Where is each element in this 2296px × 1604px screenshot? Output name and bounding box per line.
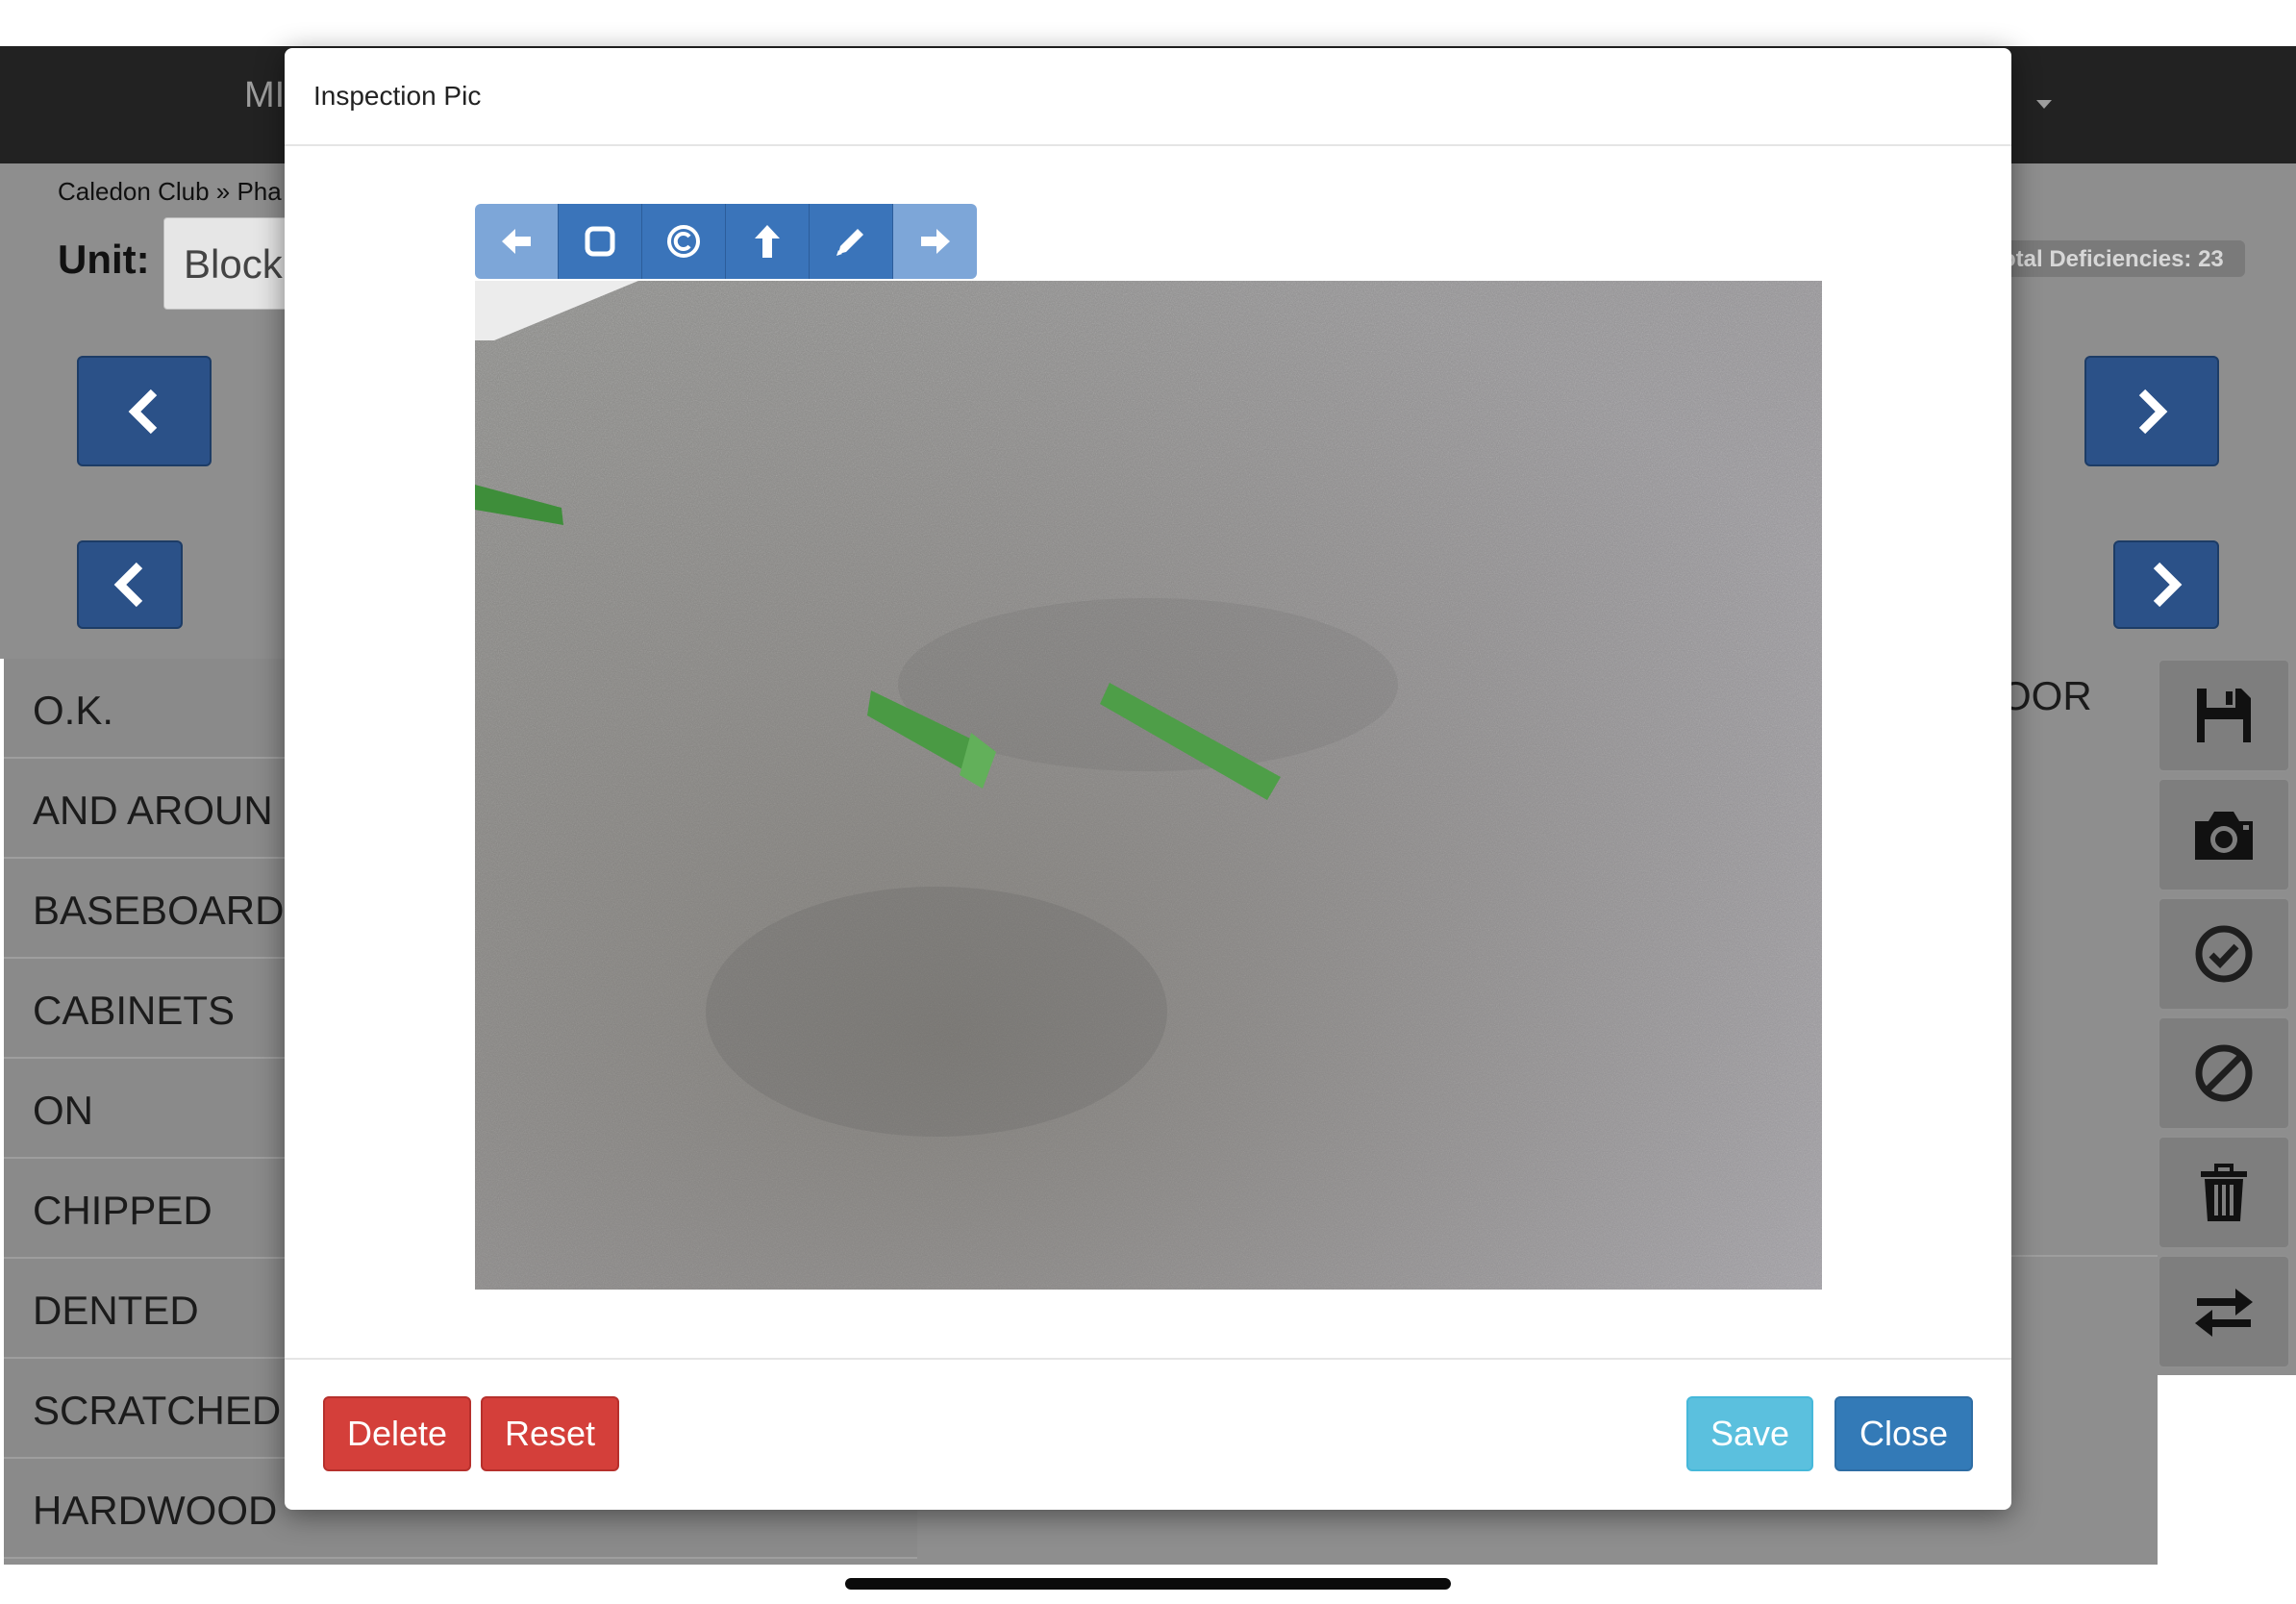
- swap-tool-button[interactable]: [2158, 1255, 2290, 1368]
- delete-tool-button[interactable]: [2158, 1136, 2290, 1249]
- next-area-button[interactable]: [2084, 356, 2219, 466]
- close-button[interactable]: Close: [1834, 1396, 1973, 1471]
- pencil-tool-button[interactable]: [810, 204, 893, 279]
- chevron-right-icon: [2153, 562, 2183, 608]
- home-indicator[interactable]: [845, 1578, 1451, 1590]
- breadcrumb[interactable]: Caledon Club » Pha: [58, 177, 282, 207]
- arrow-tool-button[interactable]: [726, 204, 810, 279]
- carpet-photo-image: [475, 281, 1822, 1290]
- inspection-pic-modal: Inspection Pic Delete Reset Save Close: [285, 48, 2011, 1510]
- caret-down-icon: [2036, 100, 2052, 109]
- modal-title: Inspection Pic: [313, 81, 482, 111]
- ban-icon: [2195, 1044, 2253, 1102]
- inspection-photo[interactable]: [475, 281, 1822, 1290]
- square-icon: [585, 226, 615, 257]
- chevron-left-icon: [128, 388, 158, 434]
- exchange-icon: [2195, 1289, 2253, 1337]
- trash-icon: [2201, 1164, 2247, 1221]
- chevron-right-icon: [2138, 388, 2168, 434]
- pencil-icon: [836, 229, 863, 256]
- annotation-toolbar: [475, 204, 977, 279]
- arrow-up-icon: [755, 225, 780, 258]
- reset-button[interactable]: Reset: [481, 1396, 619, 1471]
- prev-item-button[interactable]: [77, 540, 183, 629]
- camera-tool-button[interactable]: [2158, 778, 2290, 891]
- brand-link[interactable]: MI: [244, 75, 285, 116]
- unit-label: Unit:: [58, 237, 150, 282]
- delete-button[interactable]: Delete: [323, 1396, 471, 1471]
- save-tool-button[interactable]: [2158, 659, 2290, 772]
- camera-icon: [2195, 812, 2253, 860]
- prev-area-button[interactable]: [77, 356, 212, 466]
- circle-tool-button[interactable]: [642, 204, 726, 279]
- chevron-left-icon: [113, 562, 143, 608]
- arrow-right-icon: [920, 229, 950, 254]
- modal-header: Inspection Pic: [285, 48, 2011, 146]
- location-label: OOR: [2000, 673, 2092, 718]
- check-circle-icon: [2195, 925, 2253, 983]
- arrow-left-icon: [502, 229, 531, 254]
- undo-button[interactable]: [475, 204, 559, 279]
- save-icon: [2197, 689, 2251, 742]
- reject-tool-button[interactable]: [2158, 1016, 2290, 1130]
- circle-icon: [667, 225, 700, 258]
- redo-button[interactable]: [893, 204, 977, 279]
- tool-column: [2158, 659, 2296, 1375]
- rectangle-tool-button[interactable]: [559, 204, 642, 279]
- approve-tool-button[interactable]: [2158, 897, 2290, 1011]
- next-item-button[interactable]: [2113, 540, 2219, 629]
- total-deficiencies-badge: otal Deficiencies: 23: [1981, 240, 2245, 277]
- save-button[interactable]: Save: [1686, 1396, 1813, 1471]
